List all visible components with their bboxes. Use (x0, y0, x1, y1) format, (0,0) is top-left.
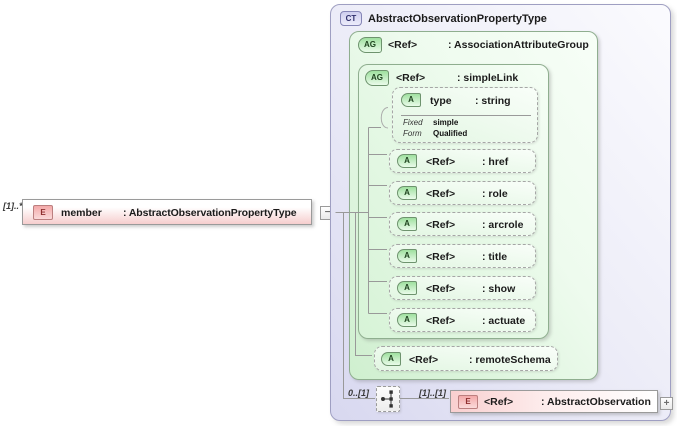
attribute-name: : role (482, 188, 508, 200)
observation-occurs-label: [1]..[1] (419, 388, 446, 398)
attribute-icon: A (397, 249, 417, 263)
attribute-name: type (430, 95, 452, 107)
attribute-show-box[interactable]: A <Ref> : show (389, 276, 536, 300)
attribute-ref: <Ref> (426, 188, 456, 200)
complex-type-box[interactable]: CT AbstractObservationPropertyType AG <R… (330, 4, 673, 421)
member-occurs-label: [1]..* (3, 201, 23, 211)
attribute-ref: <Ref> (426, 315, 456, 327)
attribute-name: : actuate (482, 315, 526, 327)
attribute-name: : remoteSchema (469, 354, 551, 366)
attribute-icon: A (397, 281, 417, 295)
attribute-type-box[interactable]: A type : string Fixed simple Form Qualif… (392, 87, 538, 143)
attribute-name: : title (482, 251, 508, 263)
attribute-group-icon: AG (365, 70, 389, 86)
observation-ref: <Ref> (484, 396, 514, 408)
complex-type-icon: CT (340, 11, 362, 26)
abstract-observation-element-box[interactable]: E <Ref> : AbstractObservation (450, 390, 658, 413)
sequence-occurs-label: 0..[1] (348, 388, 370, 398)
simplelink-name: : simpleLink (457, 72, 519, 84)
element-icon: E (33, 205, 53, 220)
attribute-remoteschema-box[interactable]: A <Ref> : remoteSchema (374, 346, 558, 371)
attribute-icon: A (401, 93, 421, 107)
attribute-arcrole-box[interactable]: A <Ref> : arcrole (389, 212, 536, 236)
complex-type-title: AbstractObservationPropertyType (368, 13, 547, 25)
facet-label: Form (403, 129, 422, 138)
facet-value: simple (433, 118, 459, 127)
member-element-box[interactable]: E member : AbstractObservationPropertyTy… (22, 199, 312, 225)
attribute-actuate-box[interactable]: A <Ref> : actuate (389, 308, 536, 332)
member-type: : AbstractObservationPropertyType (123, 207, 297, 219)
attribute-name: : arcrole (482, 219, 524, 231)
simplelink-group-box[interactable]: AG <Ref> : simpleLink A type : string Fi… (358, 64, 549, 339)
facet-separator (401, 115, 531, 116)
observation-name: : AbstractObservation (541, 396, 651, 408)
attribute-ref: <Ref> (426, 219, 456, 231)
attribute-ref: <Ref> (426, 156, 456, 168)
attribute-role-box[interactable]: A <Ref> : role (389, 181, 536, 205)
expand-icon[interactable]: + (660, 397, 673, 410)
attribute-icon: A (397, 186, 417, 200)
attribute-group-ref: <Ref> (388, 39, 418, 51)
attribute-group-name: : AssociationAttributeGroup (448, 39, 589, 51)
facet-label: Fixed (403, 118, 423, 127)
sequence-icon[interactable] (376, 386, 400, 412)
attribute-icon: A (397, 313, 417, 327)
attribute-title-box[interactable]: A <Ref> : title (389, 244, 536, 268)
attribute-name: : href (482, 156, 509, 168)
attribute-datatype: : string (475, 95, 511, 107)
attribute-ref: <Ref> (426, 283, 456, 295)
attribute-name: : show (482, 283, 516, 295)
member-name: member (61, 207, 102, 219)
sequence-glyph (381, 390, 393, 408)
association-attribute-group-box[interactable]: AG <Ref> : AssociationAttributeGroup AG … (349, 31, 598, 380)
attribute-icon: A (381, 352, 401, 366)
attribute-group-icon: AG (358, 37, 382, 53)
attribute-ref: <Ref> (409, 354, 439, 366)
facet-value: Qualified (433, 129, 468, 138)
simplelink-ref: <Ref> (396, 72, 426, 84)
attribute-icon: A (397, 217, 417, 231)
xsd-diagram: [1]..* E member : AbstractObservationPro… (0, 0, 677, 426)
attribute-ref: <Ref> (426, 251, 456, 263)
attribute-href-box[interactable]: A <Ref> : href (389, 149, 536, 173)
element-icon: E (458, 395, 478, 409)
attribute-icon: A (397, 154, 417, 168)
